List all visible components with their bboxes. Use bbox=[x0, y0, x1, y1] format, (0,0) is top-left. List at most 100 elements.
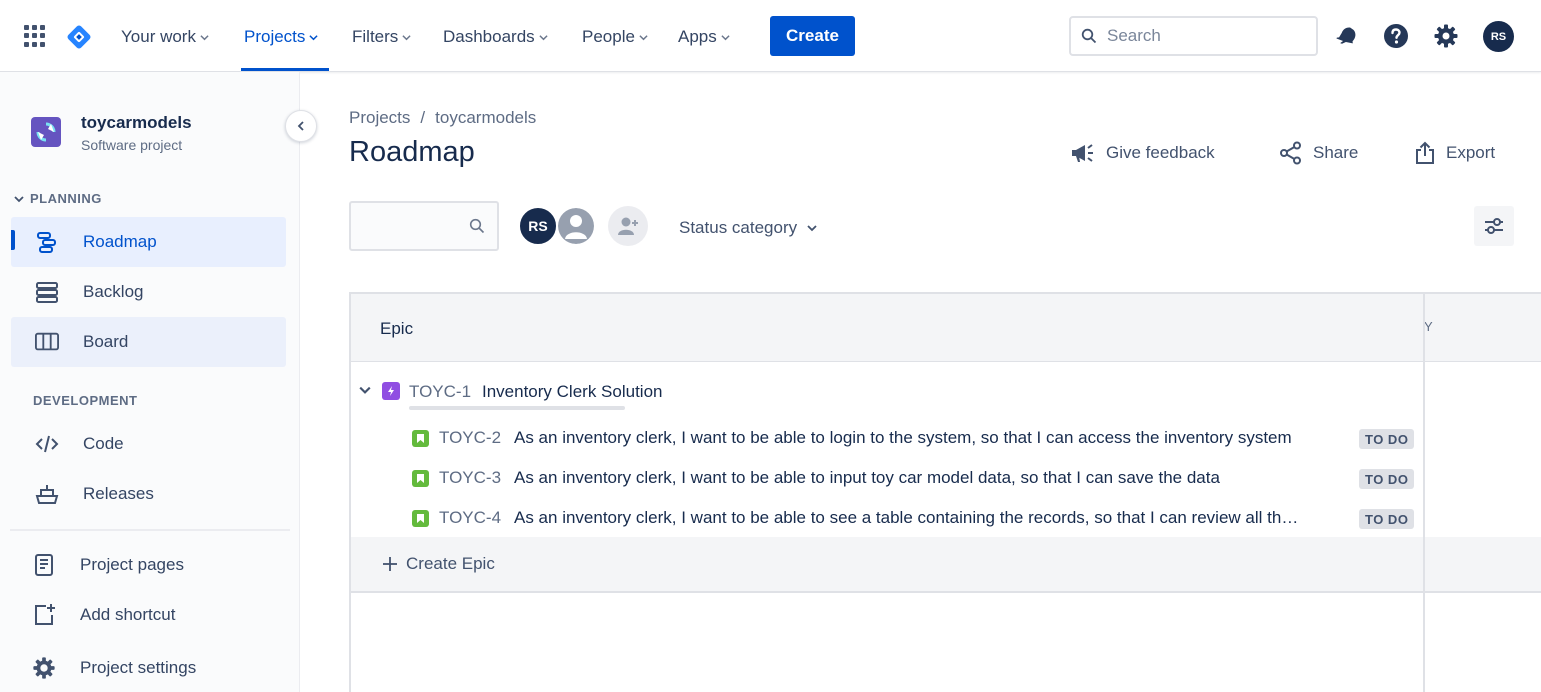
story-row[interactable]: TOYC-4 As an inventory clerk, I want to … bbox=[351, 502, 1423, 542]
story-title[interactable]: As an inventory clerk, I want to be able… bbox=[514, 508, 1298, 528]
status-category-label: Status category bbox=[679, 218, 798, 237]
profile-avatar[interactable]: RS bbox=[1483, 21, 1514, 52]
board-icon bbox=[35, 330, 59, 354]
timeline-splitter[interactable] bbox=[1423, 294, 1425, 692]
collapse-sidebar-button[interactable] bbox=[285, 110, 317, 142]
breadcrumb-separator: / bbox=[420, 108, 426, 127]
nav-filters[interactable]: Filters bbox=[352, 26, 411, 48]
sidebar-item-roadmap[interactable]: Roadmap bbox=[11, 217, 286, 267]
plus-icon bbox=[383, 557, 397, 571]
nav-label: Your work bbox=[121, 27, 196, 46]
create-epic-button[interactable]: Create Epic bbox=[382, 554, 495, 574]
top-navigation: Your work Projects Filters Dashboards Pe… bbox=[0, 0, 1541, 72]
epic-row[interactable]: TOYC-1 Inventory Clerk Solution bbox=[351, 374, 1423, 414]
chevron-down-icon bbox=[402, 34, 411, 40]
add-person-icon bbox=[618, 217, 638, 235]
sidebar-item-code[interactable]: Code bbox=[11, 419, 286, 469]
sidebar-divider bbox=[10, 529, 290, 531]
story-key[interactable]: TOYC-4 bbox=[439, 508, 501, 528]
sidebar-item-backlog[interactable]: Backlog bbox=[11, 267, 286, 317]
timeline-header-label: Y bbox=[1424, 319, 1433, 334]
epic-key[interactable]: TOYC-1 bbox=[409, 382, 471, 402]
chevron-down-icon bbox=[14, 195, 24, 202]
sidebar-item-board[interactable]: Board bbox=[11, 317, 286, 367]
sidebar-item-project-settings[interactable]: Project settings bbox=[8, 643, 283, 692]
epic-icon bbox=[382, 382, 400, 400]
planning-section-heading[interactable]: PLANNING bbox=[14, 191, 102, 206]
nav-people[interactable]: People bbox=[582, 26, 648, 48]
chevron-down-icon[interactable] bbox=[359, 384, 371, 396]
status-category-dropdown[interactable]: Status category bbox=[679, 217, 817, 239]
nav-label: Dashboards bbox=[443, 27, 535, 46]
user-avatar-filter[interactable]: RS bbox=[518, 206, 558, 246]
epic-title[interactable]: Inventory Clerk Solution bbox=[482, 382, 662, 402]
sidebar-item-label: Add shortcut bbox=[80, 605, 176, 624]
roadmap-search-input[interactable] bbox=[349, 201, 499, 251]
search-field[interactable] bbox=[1069, 16, 1318, 56]
sidebar-item-label: Board bbox=[83, 332, 129, 351]
add-people-button[interactable] bbox=[608, 206, 648, 246]
nav-label: People bbox=[582, 27, 635, 46]
project-name[interactable]: toycarmodels bbox=[81, 113, 192, 133]
create-button[interactable]: Create bbox=[770, 16, 855, 56]
add-shortcut-icon bbox=[32, 603, 56, 627]
nav-dashboards[interactable]: Dashboards bbox=[443, 26, 548, 48]
sidebar-item-label: Project pages bbox=[80, 555, 184, 574]
page-title: Roadmap bbox=[349, 136, 475, 168]
story-key[interactable]: TOYC-2 bbox=[439, 428, 501, 448]
story-title[interactable]: As an inventory clerk, I want to be able… bbox=[514, 468, 1220, 488]
status-lozenge: TO DO bbox=[1359, 429, 1415, 449]
code-icon bbox=[35, 432, 59, 456]
status-lozenge: TO DO bbox=[1359, 469, 1415, 489]
story-row[interactable]: TOYC-2 As an inventory clerk, I want to … bbox=[351, 422, 1423, 462]
nav-label: Filters bbox=[352, 27, 399, 46]
app-switcher-icon[interactable] bbox=[24, 25, 46, 47]
roadmap-icon bbox=[35, 230, 59, 254]
story-key[interactable]: TOYC-3 bbox=[439, 468, 501, 488]
roadmap-table: Epic Y TOYC-1 Inventory Clerk Solution T… bbox=[349, 292, 1541, 692]
project-avatar-icon[interactable] bbox=[31, 117, 61, 147]
epic-progress-bar bbox=[409, 406, 625, 410]
chevron-down-icon bbox=[807, 225, 817, 232]
backlog-icon bbox=[35, 280, 59, 304]
create-epic-row: Create Epic bbox=[351, 537, 1541, 593]
chevron-down-icon bbox=[639, 34, 648, 40]
export-label: Export bbox=[1446, 143, 1496, 162]
sidebar-item-add-shortcut[interactable]: Add shortcut bbox=[8, 590, 283, 640]
nav-projects[interactable]: Projects bbox=[244, 26, 319, 48]
export-button[interactable]: Export bbox=[1414, 140, 1495, 166]
sidebar-item-releases[interactable]: Releases bbox=[11, 469, 286, 519]
sliders-icon bbox=[1485, 218, 1503, 234]
sidebar-item-label: Roadmap bbox=[83, 232, 157, 251]
releases-icon bbox=[35, 482, 59, 506]
story-row[interactable]: TOYC-3 As an inventory clerk, I want to … bbox=[351, 462, 1423, 502]
status-lozenge: TO DO bbox=[1359, 509, 1415, 529]
create-epic-label: Create Epic bbox=[406, 554, 495, 573]
user-icon bbox=[558, 208, 594, 244]
notifications-icon[interactable] bbox=[1333, 22, 1361, 50]
help-icon[interactable] bbox=[1382, 22, 1410, 50]
gear-icon bbox=[32, 656, 56, 680]
nav-your-work[interactable]: Your work bbox=[121, 26, 209, 48]
nav-apps[interactable]: Apps bbox=[678, 26, 730, 48]
unassigned-avatar-filter[interactable] bbox=[556, 206, 596, 246]
breadcrumb-projects-link[interactable]: Projects bbox=[349, 108, 410, 128]
settings-gear-icon[interactable] bbox=[1432, 22, 1460, 50]
epic-column-header: Epic bbox=[380, 319, 414, 338]
project-pages-icon bbox=[32, 553, 56, 577]
selected-item-indicator bbox=[11, 230, 15, 250]
sidebar-item-project-pages[interactable]: Project pages bbox=[8, 540, 283, 590]
story-icon bbox=[412, 470, 429, 487]
give-feedback-button[interactable]: Give feedback bbox=[1070, 140, 1215, 166]
breadcrumb-project-link[interactable]: toycarmodels bbox=[435, 108, 536, 128]
chevron-left-icon bbox=[297, 121, 304, 131]
search-input[interactable] bbox=[1107, 26, 1287, 46]
export-icon bbox=[1416, 141, 1434, 164]
view-settings-button[interactable] bbox=[1474, 206, 1514, 246]
share-button[interactable]: Share bbox=[1279, 140, 1358, 166]
search-icon bbox=[469, 218, 485, 234]
jira-logo-icon[interactable] bbox=[66, 24, 92, 50]
chevron-down-icon bbox=[309, 34, 319, 40]
story-icon bbox=[412, 430, 429, 447]
story-title[interactable]: As an inventory clerk, I want to be able… bbox=[514, 428, 1292, 448]
